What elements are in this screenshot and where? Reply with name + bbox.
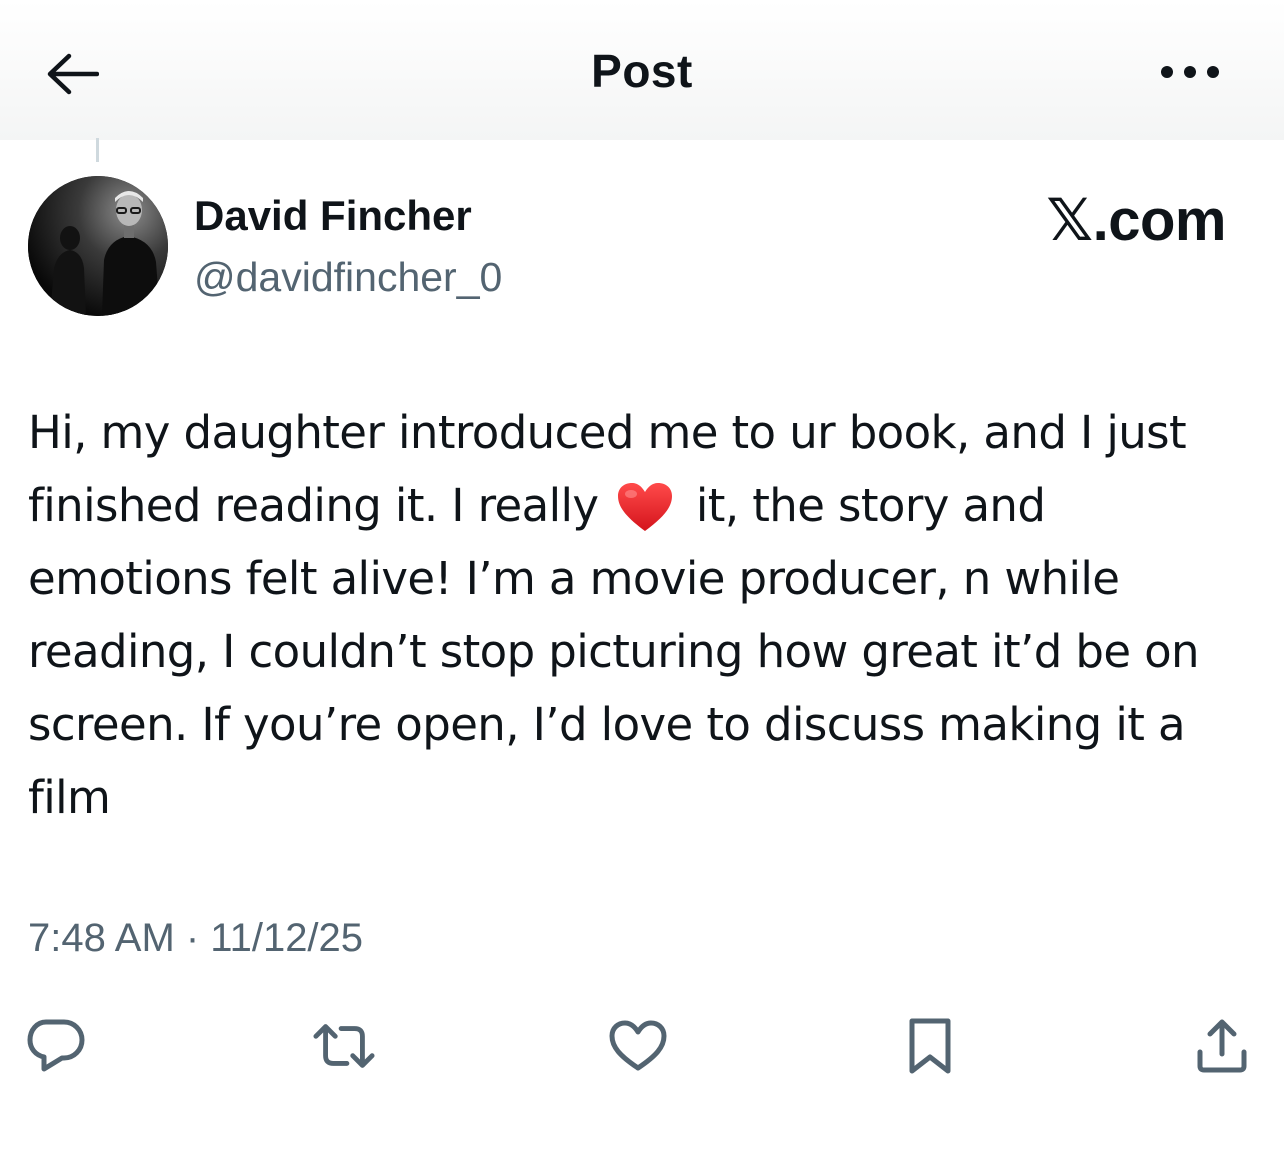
repost-icon [313,1024,375,1068]
share-button[interactable] [1190,1014,1254,1078]
reply-button[interactable] [24,1014,88,1078]
page-title: Post [591,45,693,97]
top-bar: Post [0,0,1284,140]
repost-button[interactable] [312,1014,376,1078]
more-horizontal-icon [1161,66,1219,78]
red-heart-icon [618,483,673,531]
author-display-name[interactable]: David Fincher [194,192,472,240]
like-button[interactable] [606,1014,670,1078]
thread-connector-line [96,138,99,162]
bookmark-button[interactable] [898,1014,962,1078]
share-icon [1197,1019,1247,1073]
reply-icon [27,1019,85,1072]
brand-watermark: 𝕏.com [1046,188,1226,253]
bookmark-icon [909,1018,951,1074]
post-timestamp[interactable]: 7:48 AM · 11/12/25 [28,916,363,961]
avatar[interactable] [28,176,168,316]
author-handle[interactable]: @davidfincher_0 [194,254,502,301]
heart-icon [609,1020,667,1071]
profile-photo [28,176,168,316]
post-body: Hi, my daughter introduced me to ur book… [28,396,1248,834]
more-options-button[interactable] [1150,52,1230,92]
